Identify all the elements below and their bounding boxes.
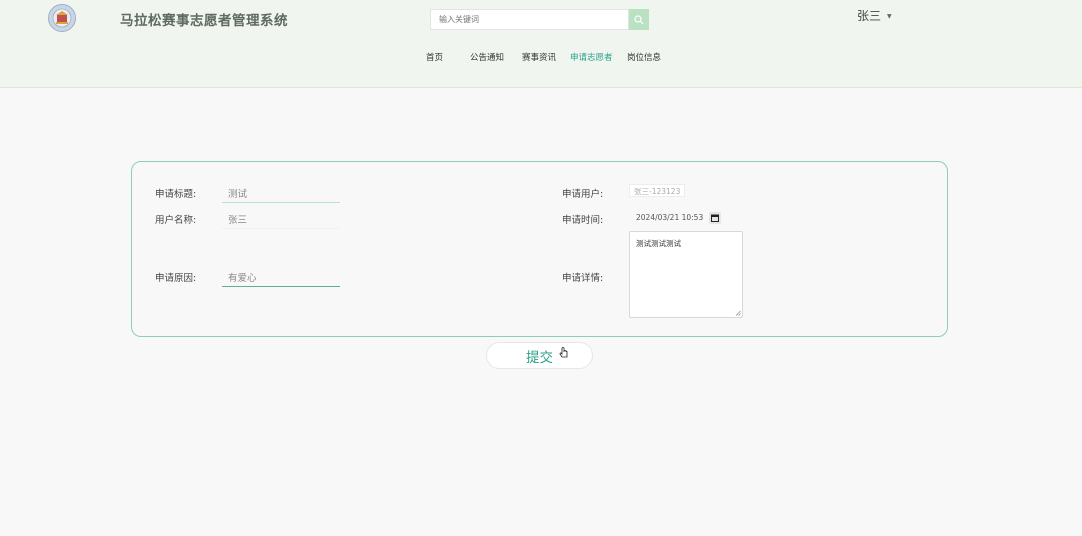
reason-field[interactable]: 有爱心 — [222, 270, 340, 287]
user-name: 张三 — [857, 9, 882, 23]
search-bar — [430, 9, 649, 30]
emblem-icon[interactable] — [48, 4, 76, 32]
search-button[interactable] — [629, 9, 649, 30]
nav-item-home[interactable]: 首页 — [426, 51, 443, 63]
applicant-label: 申请用户: — [562, 189, 604, 200]
applicant-field[interactable]: 张三-123123 — [629, 184, 686, 197]
reason-label: 申请原因: — [155, 273, 197, 284]
user-menu[interactable]: 张三 ▼ — [857, 7, 892, 24]
title-field[interactable]: 测试 — [222, 186, 340, 203]
site-title: 马拉松赛事志愿者管理系统 — [120, 13, 288, 29]
time-field[interactable]: 2024/03/21 10:53 — [636, 212, 703, 224]
nav-item-event-news[interactable]: 赛事资讯 — [522, 51, 556, 63]
search-input[interactable] — [430, 9, 629, 30]
detail-textarea[interactable]: 测试测试测试 — [629, 231, 743, 318]
caret-down-icon: ▼ — [887, 13, 892, 20]
calendar-icon[interactable] — [709, 212, 721, 224]
nav-item-apply-volunteer[interactable]: 申请志愿者 — [570, 51, 613, 63]
application-form: 申请标题: 测试 用户名称: 张三 申请原因: 有爱心 申请用户: 张三-123… — [131, 161, 948, 337]
title-label: 申请标题: — [155, 189, 197, 200]
detail-text: 测试测试测试 — [636, 239, 681, 248]
username-field[interactable]: 张三 — [222, 212, 340, 229]
username-label: 用户名称: — [155, 215, 197, 226]
hand-cursor-icon — [559, 347, 568, 358]
detail-label: 申请详情: — [562, 273, 604, 284]
nav-item-positions[interactable]: 岗位信息 — [627, 51, 661, 63]
resize-grip-icon[interactable] — [735, 310, 741, 316]
search-icon — [634, 14, 644, 24]
nav-item-announcements[interactable]: 公告通知 — [470, 51, 504, 63]
site-header: 马拉松赛事志愿者管理系统 张三 ▼ 首页 公告通知 赛事资讯 申请志愿者 岗位信息 — [0, 0, 1082, 88]
submit-button[interactable]: 提交 — [486, 342, 593, 369]
time-label: 申请时间: — [562, 215, 604, 226]
